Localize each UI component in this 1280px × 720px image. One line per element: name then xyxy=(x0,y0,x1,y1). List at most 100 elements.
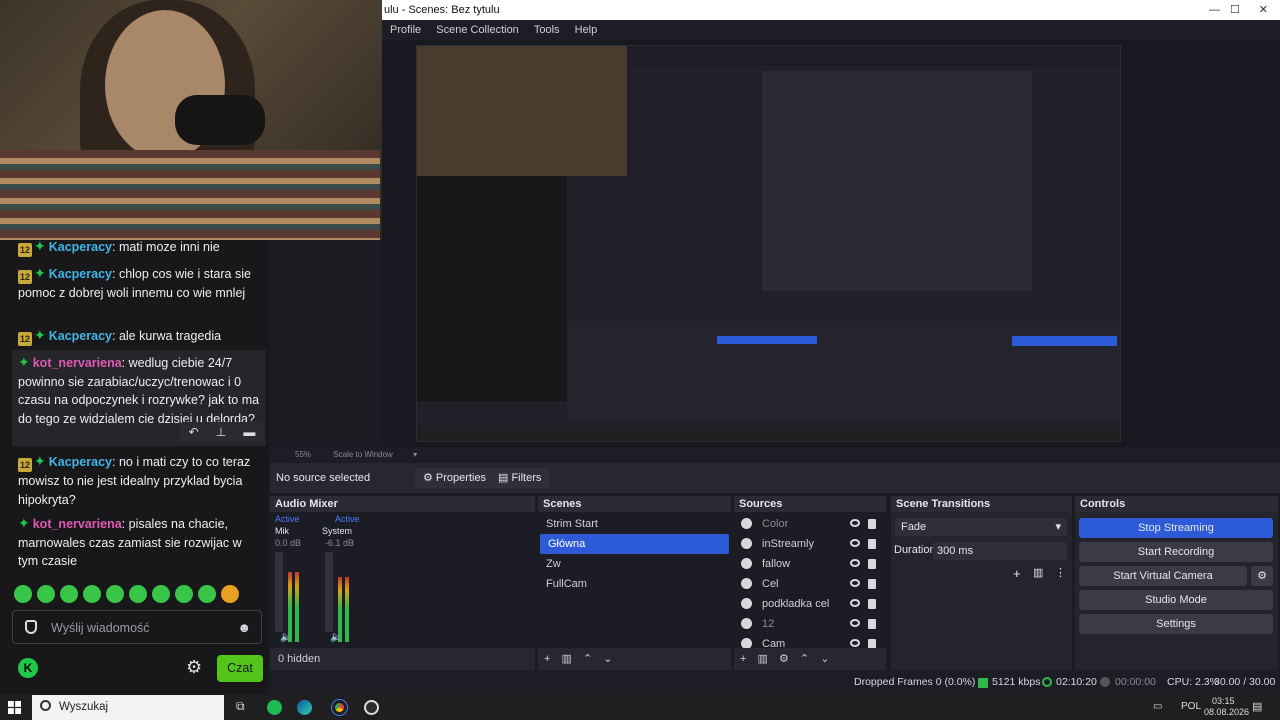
scenes-dock: Scenes Strim Start Główna Zw FullCam + ▥… xyxy=(538,496,731,670)
emote-icon[interactable] xyxy=(60,585,78,603)
scene-item[interactable]: Zw xyxy=(538,554,731,574)
start-virtual-camera-button[interactable]: Start Virtual Camera xyxy=(1079,566,1247,586)
webcam-feed xyxy=(0,0,382,240)
lock-icon[interactable] xyxy=(868,579,876,589)
taskbar-search[interactable]: Wyszukaj xyxy=(32,695,224,720)
emote-icon[interactable] xyxy=(83,585,101,603)
mute-icon[interactable]: 🔈 xyxy=(330,632,342,643)
up-icon[interactable]: ⌃ xyxy=(800,653,809,665)
lock-icon[interactable] xyxy=(868,519,876,529)
eye-icon[interactable] xyxy=(850,539,860,547)
emote-icon[interactable] xyxy=(106,585,124,603)
source-item[interactable]: 12 xyxy=(734,614,886,634)
more-icon[interactable]: ⋮ xyxy=(1055,566,1066,579)
source-item[interactable]: fallow xyxy=(734,554,886,574)
delete-icon[interactable]: ▬ xyxy=(243,425,255,439)
menu-profile[interactable]: Profile xyxy=(390,24,421,36)
source-item[interactable]: podkladka cel xyxy=(734,594,886,614)
obs-icon[interactable] xyxy=(364,700,379,715)
volume-slider-system[interactable] xyxy=(325,552,333,632)
add-icon[interactable]: + xyxy=(544,653,550,665)
level-meter xyxy=(345,577,349,642)
close-icon[interactable]: ✕ xyxy=(1259,0,1268,20)
emote-icon[interactable] xyxy=(37,585,55,603)
controls-dock: Controls Stop Streaming Start Recording … xyxy=(1075,496,1278,670)
gear-icon[interactable]: ⚙ xyxy=(779,653,789,665)
eye-icon[interactable] xyxy=(850,559,860,567)
notifications-icon[interactable]: ▤ xyxy=(1252,700,1262,713)
scene-item-selected[interactable]: Główna xyxy=(540,534,729,554)
chat-message: 12 ✦ Kacperacy: chlop cos wie i stara sie … xyxy=(18,265,251,300)
eye-icon[interactable] xyxy=(850,639,860,647)
add-icon[interactable]: + xyxy=(740,653,746,665)
minimize-icon[interactable]: — xyxy=(1209,0,1220,20)
transition-select[interactable]: Fade ▾ xyxy=(895,518,1067,536)
duration-input[interactable]: 300 ms xyxy=(933,542,1067,560)
source-item[interactable]: inStreamly xyxy=(734,534,886,554)
chevron-down-icon[interactable]: ▾ xyxy=(413,450,417,459)
trash-icon[interactable]: ▥ xyxy=(758,653,768,665)
emote-icon[interactable] xyxy=(221,585,239,603)
filters-button[interactable]: ▤ Filters xyxy=(490,468,550,488)
scene-item[interactable]: Strim Start xyxy=(538,514,731,534)
pin-icon[interactable]: ⊥ xyxy=(216,425,226,439)
chat-input[interactable]: Wyślij wiadomość ☻ xyxy=(12,610,262,644)
source-item[interactable]: Cel xyxy=(734,574,886,594)
stop-streaming-button[interactable]: Stop Streaming xyxy=(1079,518,1273,538)
lock-icon[interactable] xyxy=(868,539,876,549)
network-icon[interactable]: ▭ xyxy=(1153,701,1162,712)
volume-slider-mik[interactable] xyxy=(275,552,283,632)
emote-icon[interactable] xyxy=(14,585,32,603)
properties-button[interactable]: ⚙ Properties xyxy=(415,468,495,488)
maximize-icon[interactable]: ☐ xyxy=(1230,0,1240,20)
eye-icon[interactable] xyxy=(850,619,860,627)
source-item[interactable]: Cam xyxy=(734,634,886,648)
studio-mode-button[interactable]: Studio Mode xyxy=(1079,590,1273,610)
menu-help[interactable]: Help xyxy=(575,24,598,36)
channel-points-icon[interactable]: K xyxy=(18,658,38,678)
transitions-dock: Scene Transitions Fade ▾ Duration 300 ms … xyxy=(891,496,1072,670)
up-icon[interactable]: ⌃ xyxy=(583,653,592,665)
lock-icon[interactable] xyxy=(868,619,876,629)
nested-preview-recursion xyxy=(416,45,1121,442)
scale-dropdown[interactable]: Scale to Window xyxy=(333,450,393,459)
chat-send-button[interactable]: Czat xyxy=(217,655,263,682)
trash-icon[interactable]: ▥ xyxy=(562,653,572,665)
lock-icon[interactable] xyxy=(868,559,876,569)
settings-button[interactable]: Settings xyxy=(1079,614,1273,634)
windows-start-icon[interactable] xyxy=(8,701,21,714)
lock-icon[interactable] xyxy=(868,639,876,648)
menu-scene-collection[interactable]: Scene Collection xyxy=(436,24,519,36)
edge-icon[interactable] xyxy=(297,700,312,715)
emoji-icon[interactable]: ☻ xyxy=(237,620,251,635)
scene-item[interactable]: FullCam xyxy=(538,574,731,594)
emote-icon[interactable] xyxy=(175,585,193,603)
dock-title: Audio Mixer xyxy=(270,496,535,512)
eye-icon[interactable] xyxy=(850,599,860,607)
down-icon[interactable]: ⌄ xyxy=(603,653,612,665)
down-icon[interactable]: ⌄ xyxy=(820,653,829,665)
message-actions: ↶ ⊥ ▬ xyxy=(180,422,264,442)
settings-gear-icon[interactable]: ⚙ xyxy=(186,658,202,676)
chrome-icon[interactable] xyxy=(332,700,347,715)
eye-icon[interactable] xyxy=(850,519,860,527)
chat-message: ✦ kot_nervariena: pisales na chacie, marn… xyxy=(18,515,242,568)
emote-icon[interactable] xyxy=(198,585,216,603)
trash-icon[interactable]: ▥ xyxy=(1033,566,1043,579)
source-item[interactable]: Color xyxy=(734,514,886,534)
rec-indicator-icon xyxy=(1100,677,1110,687)
mute-icon[interactable]: 🔈 xyxy=(280,632,292,643)
reply-icon[interactable]: ↶ xyxy=(189,425,199,439)
level-meter xyxy=(295,572,299,642)
shield-icon xyxy=(25,620,37,634)
add-icon[interactable]: + xyxy=(1013,566,1021,581)
gear-icon[interactable]: ⚙ xyxy=(1251,566,1273,586)
menu-tools[interactable]: Tools xyxy=(534,24,560,36)
spotify-icon[interactable] xyxy=(267,700,282,715)
eye-icon[interactable] xyxy=(850,579,860,587)
task-view-icon[interactable]: ⧉ xyxy=(236,699,245,714)
lock-icon[interactable] xyxy=(868,599,876,609)
emote-icon[interactable] xyxy=(129,585,147,603)
emote-icon[interactable] xyxy=(152,585,170,603)
start-recording-button[interactable]: Start Recording xyxy=(1079,542,1273,562)
